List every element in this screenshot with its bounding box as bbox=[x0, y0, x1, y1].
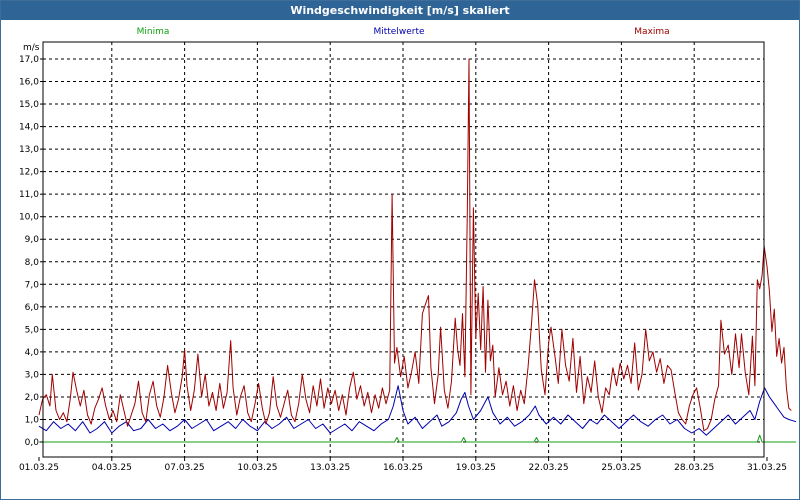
series-layer bbox=[38, 58, 797, 443]
y-tick-label: 13,0 bbox=[19, 145, 39, 155]
y-tick-label: 8,0 bbox=[25, 258, 40, 268]
y-axis-ticks: 0,0 1,0 2,0 3,0 4,0 5,0 6,0 7,0 8,0 9,0 10,0 11,0 12… bbox=[19, 55, 43, 448]
x-tick-label: 28.03.25 bbox=[674, 463, 714, 473]
x-tick-label: 13.03.25 bbox=[310, 463, 350, 473]
y-tick-label: 17,0 bbox=[19, 55, 39, 65]
y-tick-label: 6,0 bbox=[25, 303, 40, 313]
y-axis-label: m/s bbox=[23, 43, 40, 53]
series-line-maxima bbox=[38, 58, 792, 432]
x-tick-label: 07.03.25 bbox=[165, 463, 205, 473]
x-tick-label: 31.03.25 bbox=[747, 463, 787, 473]
x-tick-label: 22.03.25 bbox=[529, 463, 569, 473]
x-tick-label: 10.03.25 bbox=[237, 463, 277, 473]
y-tick-label: 10,0 bbox=[19, 213, 39, 223]
window-title: Windgeschwindigkeit [m/s] skaliert bbox=[1, 1, 799, 20]
grid-lines bbox=[43, 42, 764, 457]
x-tick-label: 25.03.25 bbox=[601, 463, 641, 473]
y-tick-label: 5,0 bbox=[25, 325, 40, 335]
y-tick-label: 16,0 bbox=[19, 78, 39, 88]
y-tick-label: 2,0 bbox=[25, 393, 40, 403]
x-tick-label: 19.03.25 bbox=[456, 463, 496, 473]
legend-item-mittelwerte: Mittelwerte bbox=[373, 27, 424, 37]
y-tick-label: 3,0 bbox=[25, 370, 40, 380]
y-tick-label: 15,0 bbox=[19, 100, 39, 110]
x-axis-ticks: 01.03.25 04.03.25 07.03.25 10.03.25 13.03.25… bbox=[19, 457, 787, 473]
legend: Minima Mittelwerte Maxima bbox=[137, 27, 670, 37]
y-tick-label: 9,0 bbox=[25, 235, 40, 245]
y-tick-label: 1,0 bbox=[25, 415, 40, 425]
y-tick-label: 11,0 bbox=[19, 190, 39, 200]
x-tick-label: 16.03.25 bbox=[383, 463, 423, 473]
x-tick-label: 01.03.25 bbox=[19, 463, 59, 473]
y-tick-label: 4,0 bbox=[25, 348, 40, 358]
series-line-minima bbox=[39, 434, 797, 443]
series-line-mittelwerte bbox=[38, 385, 797, 436]
legend-item-minima: Minima bbox=[137, 27, 170, 37]
legend-item-maxima: Maxima bbox=[634, 27, 669, 37]
y-tick-label: 12,0 bbox=[19, 168, 39, 178]
y-tick-label: 14,0 bbox=[19, 123, 39, 133]
chart-window: Windgeschwindigkeit [m/s] skaliert 0,0 1,… bbox=[0, 0, 800, 500]
x-tick-label: 04.03.25 bbox=[92, 463, 132, 473]
y-tick-label: 7,0 bbox=[25, 280, 40, 290]
chart-plot: 0,0 1,0 2,0 3,0 4,0 5,0 6,0 7,0 8,0 9,0 10,0 11,0 12… bbox=[19, 27, 797, 473]
y-tick-label: 0,0 bbox=[25, 438, 40, 448]
